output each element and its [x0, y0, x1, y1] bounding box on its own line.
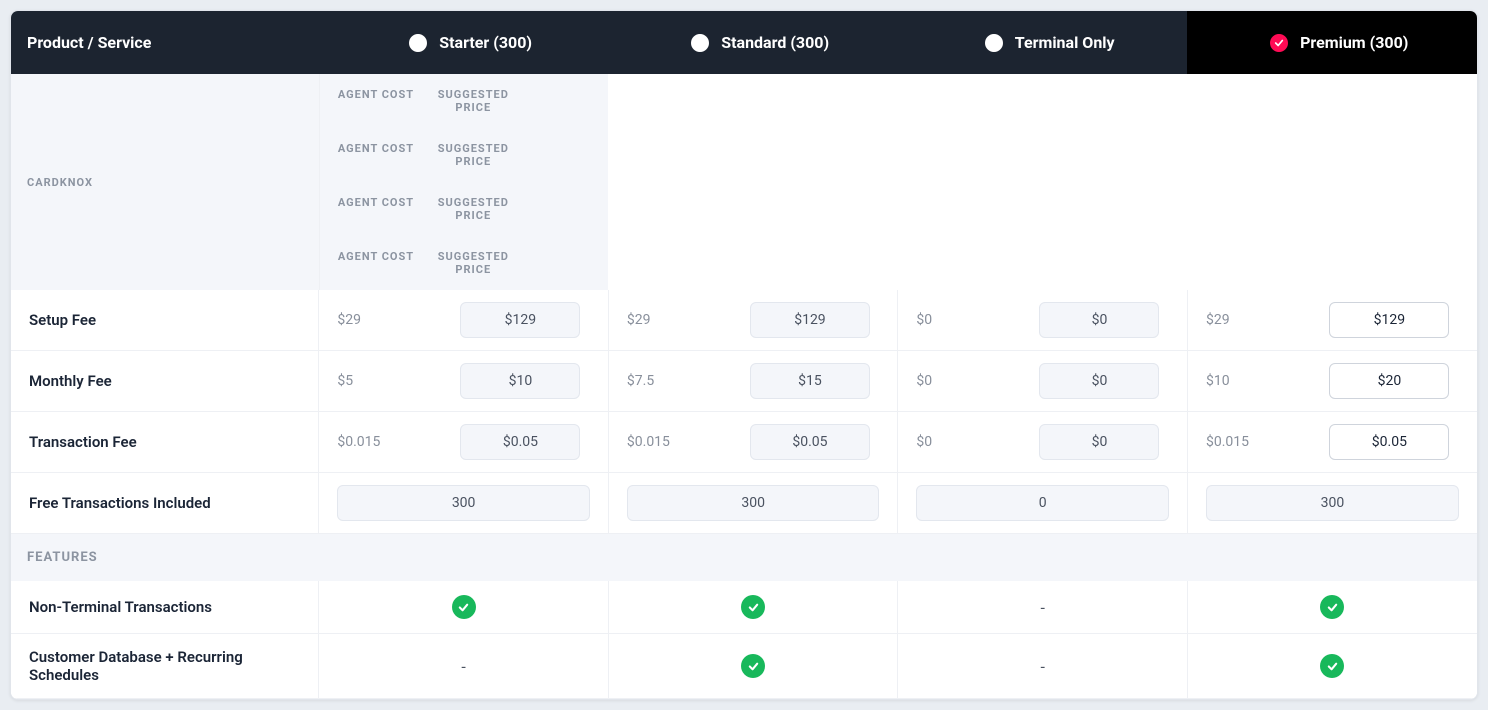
plan-header-standard[interactable]: Standard (300): [608, 11, 898, 74]
subheader-starter: Agent Cost Suggested Price: [319, 74, 609, 128]
row-free-transactions: Free Transactions Included 300 300 0 300: [11, 473, 1477, 534]
plan-header-terminal[interactable]: Terminal Only: [898, 11, 1188, 74]
agent-cost: $29: [627, 312, 741, 328]
feature-cell: [319, 581, 609, 634]
dash-icon: -: [1040, 598, 1044, 617]
row-label: Transaction Fee: [11, 412, 319, 473]
feature-label: Customer Database + Recurring Schedules: [11, 634, 319, 699]
feature-cell: -: [898, 634, 1188, 699]
agent-cost: $7.5: [627, 373, 741, 389]
section-label-features: Features: [11, 534, 1477, 582]
free-transactions-input[interactable]: 300: [627, 485, 880, 521]
subheader-premium: Agent Cost Suggested Price: [319, 236, 609, 290]
agent-cost-label: Agent Cost: [338, 88, 422, 114]
row-setup-fee: Setup Fee $29 $129 $29 $129 $0 $0 $29 $1…: [11, 290, 1477, 351]
feature-cell: [608, 581, 898, 634]
agent-cost-label: Agent Cost: [338, 142, 422, 168]
agent-cost: $0: [916, 434, 1030, 450]
agent-cost: $5: [337, 373, 451, 389]
radio-checked-icon: [1270, 34, 1288, 52]
suggested-price-input[interactable]: $0: [1039, 424, 1159, 460]
table-header-row: Product / Service Starter (300) Standard…: [11, 11, 1477, 74]
section-features: Features: [11, 534, 1477, 582]
row-monthly-fee: Monthly Fee $5 $10 $7.5 $15 $0 $0 $10 $2…: [11, 351, 1477, 412]
agent-cost-label: Agent Cost: [338, 250, 422, 276]
suggested-price-input[interactable]: $129: [750, 302, 870, 338]
agent-cost: $29: [1206, 312, 1320, 328]
agent-cost: $0.015: [1206, 434, 1320, 450]
section-label-cardknox: Cardknox: [11, 74, 319, 290]
product-service-header: Product / Service: [11, 11, 319, 74]
agent-cost: $10: [1206, 373, 1320, 389]
feature-row-customer-db: Customer Database + Recurring Schedules …: [11, 634, 1477, 699]
feature-cell: [1187, 581, 1477, 634]
suggested-price-input[interactable]: $0: [1039, 302, 1159, 338]
agent-cost: $0: [916, 373, 1030, 389]
suggested-price-label: Suggested Price: [422, 88, 525, 114]
suggested-price-input[interactable]: $0: [1039, 363, 1159, 399]
check-icon: [452, 595, 476, 619]
radio-unchecked-icon: [409, 34, 427, 52]
suggested-price-input[interactable]: $10: [460, 363, 580, 399]
subheader-terminal: Agent Cost Suggested Price: [319, 182, 609, 236]
feature-cell: -: [319, 634, 609, 699]
plan-header-starter[interactable]: Starter (300): [319, 11, 609, 74]
pricing-comparison-card: Product / Service Starter (300) Standard…: [10, 10, 1478, 700]
feature-cell: [608, 634, 898, 699]
free-transactions-input[interactable]: 300: [1206, 485, 1459, 521]
feature-label: Non-Terminal Transactions: [11, 581, 319, 634]
free-transactions-input[interactable]: 300: [337, 485, 590, 521]
row-label: Free Transactions Included: [11, 473, 319, 534]
feature-cell: -: [898, 581, 1188, 634]
check-icon: [741, 654, 765, 678]
agent-cost-label: Agent Cost: [338, 196, 422, 222]
suggested-price-input[interactable]: $129: [460, 302, 580, 338]
agent-cost: $29: [337, 312, 451, 328]
feature-cell: [1187, 634, 1477, 699]
free-transactions-input[interactable]: 0: [916, 485, 1169, 521]
radio-unchecked-icon: [691, 34, 709, 52]
agent-cost: $0.015: [337, 434, 451, 450]
check-icon: [741, 595, 765, 619]
agent-cost: $0: [916, 312, 1030, 328]
row-label: Setup Fee: [11, 290, 319, 351]
suggested-price-input[interactable]: $0.05: [460, 424, 580, 460]
suggested-price-input[interactable]: $0.05: [750, 424, 870, 460]
suggested-price-input[interactable]: $129: [1329, 302, 1449, 338]
dash-icon: -: [1040, 657, 1044, 676]
suggested-price-input[interactable]: $15: [750, 363, 870, 399]
plan-label: Terminal Only: [1015, 33, 1115, 52]
suggested-price-input[interactable]: $0.05: [1329, 424, 1449, 460]
dash-icon: -: [461, 657, 465, 676]
suggested-price-label: Suggested Price: [422, 142, 525, 168]
plan-label: Premium (300): [1300, 33, 1408, 52]
plan-label: Standard (300): [721, 33, 829, 52]
agent-cost: $0.015: [627, 434, 741, 450]
check-icon: [1320, 595, 1344, 619]
cardknox-subheader-row: Cardknox Agent Cost Suggested Price Agen…: [11, 74, 1477, 290]
suggested-price-input[interactable]: $20: [1329, 363, 1449, 399]
row-transaction-fee: Transaction Fee $0.015 $0.05 $0.015 $0.0…: [11, 412, 1477, 473]
plan-header-premium[interactable]: Premium (300): [1187, 11, 1477, 74]
row-label: Monthly Fee: [11, 351, 319, 412]
radio-unchecked-icon: [985, 34, 1003, 52]
check-icon: [1320, 654, 1344, 678]
plan-label: Starter (300): [439, 33, 532, 52]
suggested-price-label: Suggested Price: [422, 196, 525, 222]
subheader-standard: Agent Cost Suggested Price: [319, 128, 609, 182]
suggested-price-label: Suggested Price: [422, 250, 525, 276]
pricing-table: Product / Service Starter (300) Standard…: [11, 11, 1477, 699]
feature-row-non-terminal: Non-Terminal Transactions -: [11, 581, 1477, 634]
